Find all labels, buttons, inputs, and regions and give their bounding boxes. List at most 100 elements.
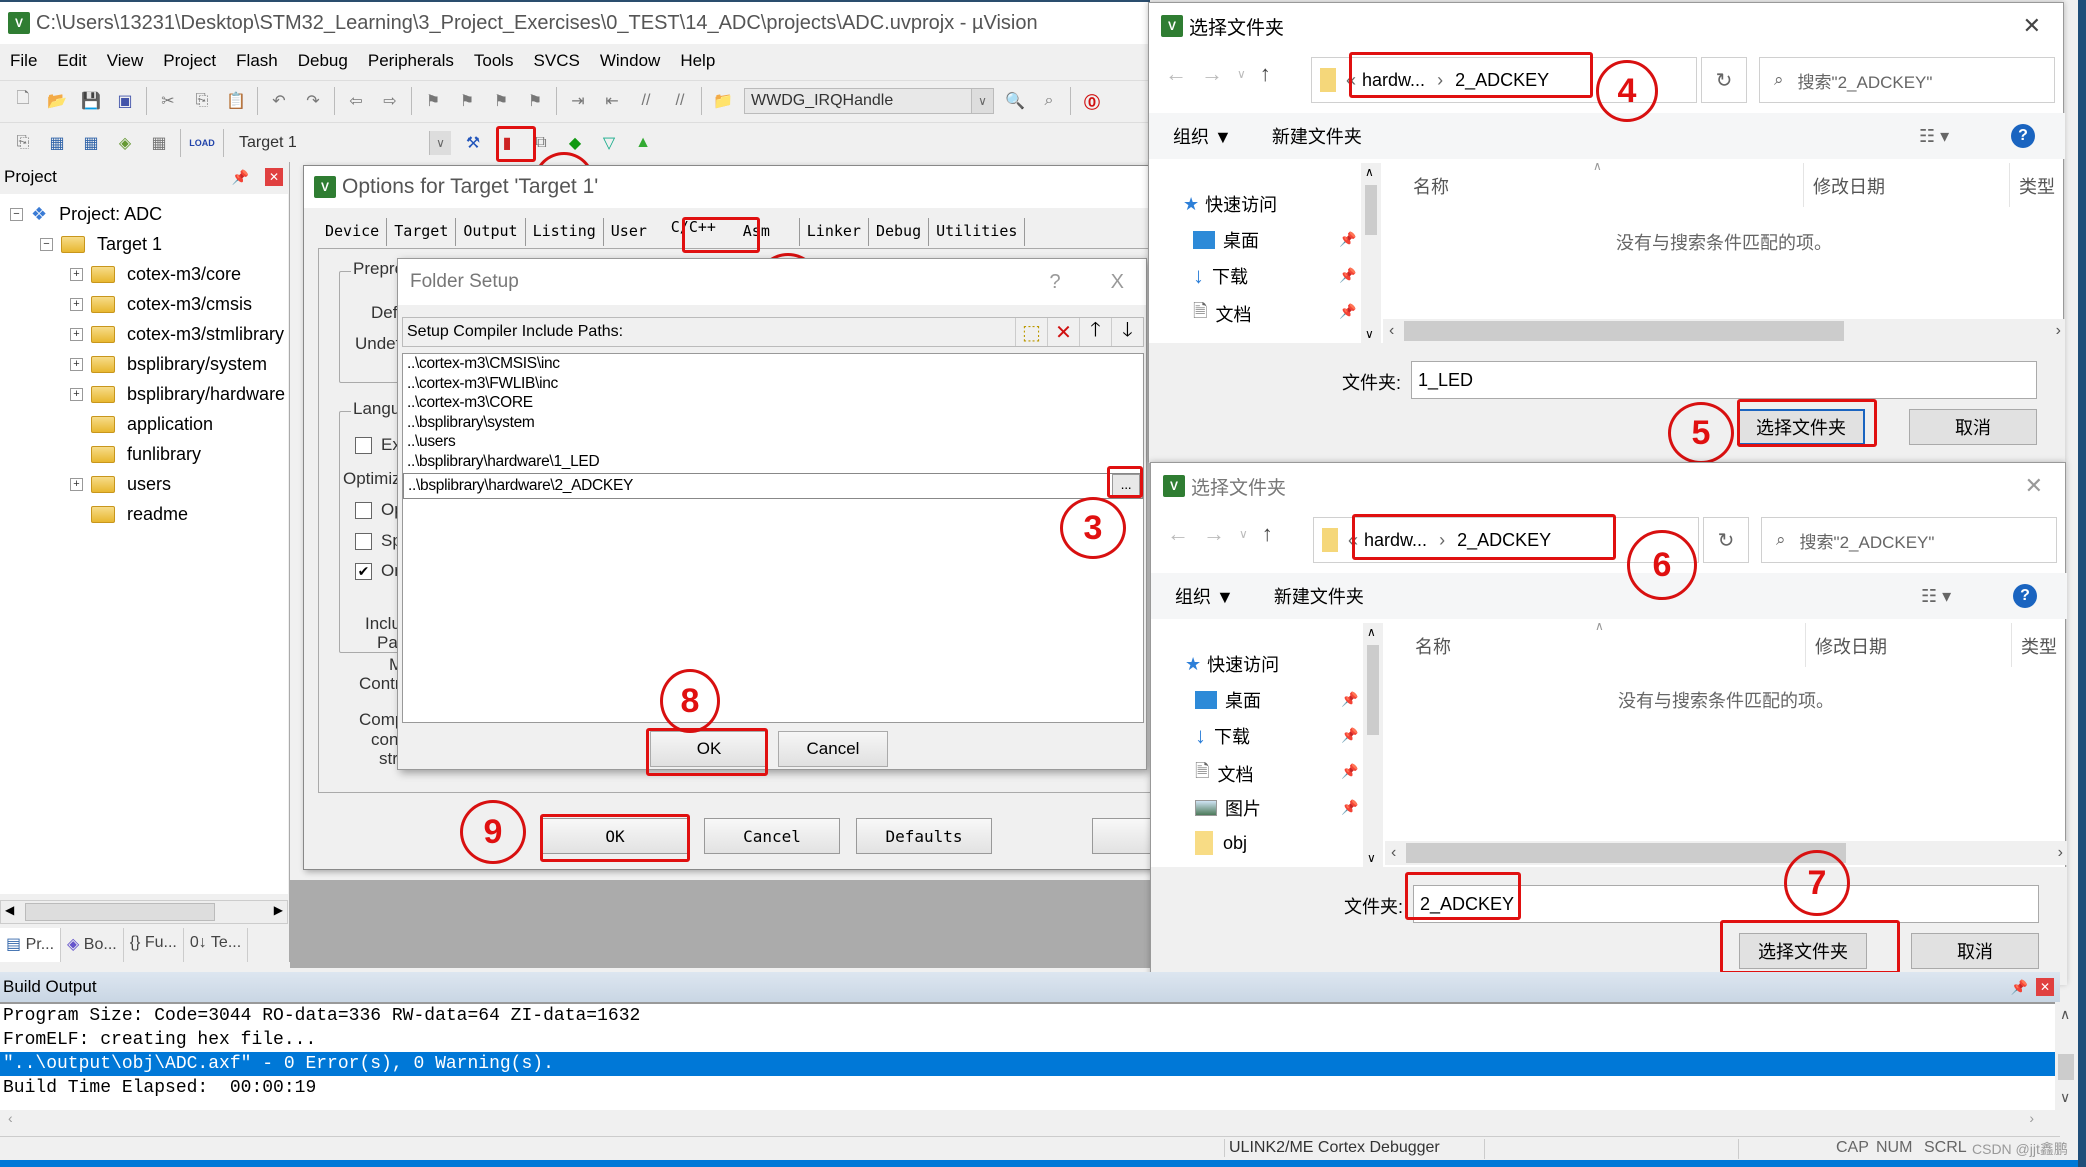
cancel-button[interactable]: 取消 bbox=[1911, 933, 2039, 969]
find-in-files-icon[interactable]: 📁 bbox=[710, 88, 736, 114]
help-icon[interactable]: ? bbox=[2011, 124, 2035, 148]
file-list-scrollbar[interactable]: ‹ › bbox=[1383, 319, 2065, 343]
prev-bookmark-icon[interactable]: ⚑ bbox=[454, 88, 480, 114]
nav-desktop[interactable]: 桌面 bbox=[1195, 687, 1261, 713]
expand-icon[interactable]: + bbox=[70, 297, 83, 311]
column-type[interactable]: 类型 bbox=[2021, 633, 2057, 659]
nav-forward-icon[interactable]: ⇨ bbox=[377, 88, 403, 114]
recent-icon[interactable]: ∨ bbox=[1239, 527, 1248, 541]
tree-group[interactable]: readme bbox=[91, 500, 188, 528]
batch-build-icon[interactable]: ◈ bbox=[112, 130, 138, 156]
comment-icon[interactable]: // bbox=[633, 88, 659, 114]
new-path-icon[interactable]: ⬚ bbox=[1015, 318, 1047, 346]
select-folder-button[interactable]: 选择文件夹 bbox=[1737, 409, 1865, 445]
ex-checkbox[interactable] bbox=[355, 437, 372, 454]
find-icon[interactable]: 🔍 bbox=[1002, 88, 1028, 114]
menu-help[interactable]: Help bbox=[670, 51, 725, 71]
pin-icon[interactable]: 📌 bbox=[1341, 763, 1358, 780]
scroll-right-icon[interactable]: › bbox=[2058, 844, 2063, 862]
search-box[interactable]: ⌕ 搜索"2_ADCKEY" bbox=[1759, 57, 2055, 103]
column-name[interactable]: 名称 bbox=[1413, 173, 1449, 199]
overflow-icon[interactable]: « bbox=[1346, 70, 1356, 91]
nav-downloads[interactable]: ↓ 下载 bbox=[1195, 723, 1250, 749]
uncomment-icon[interactable]: // bbox=[667, 88, 693, 114]
build-output-text[interactable]: Program Size: Code=3044 RO-data=336 RW-d… bbox=[0, 1002, 2055, 1110]
nav-documents[interactable]: 🗎 文档 bbox=[1195, 759, 1253, 789]
scroll-left-icon[interactable]: ‹ bbox=[8, 1110, 13, 1126]
tree-target[interactable]: − Target 1 bbox=[40, 230, 162, 258]
tab-asm[interactable]: Asm bbox=[736, 218, 800, 246]
address-bar[interactable]: « hardw... › 2_ADCKEY bbox=[1313, 517, 1699, 563]
nav-documents[interactable]: 🗎 文档 bbox=[1193, 299, 1251, 329]
tree-group[interactable]: + bsplibrary/system bbox=[70, 350, 267, 378]
tab-cpp[interactable]: C/C++ bbox=[663, 214, 736, 242]
pin-icon[interactable]: 📌 bbox=[1339, 303, 1356, 320]
translate-icon[interactable]: ⎘ bbox=[10, 130, 36, 156]
paste-icon[interactable]: 📋 bbox=[223, 88, 249, 114]
new-file-icon[interactable]: 🗋 bbox=[10, 88, 36, 114]
breadcrumb-2-adckey[interactable]: 2_ADCKEY bbox=[1455, 70, 1549, 91]
breadcrumb-hardware[interactable]: hardw... bbox=[1362, 70, 1425, 91]
view-options-icon[interactable]: ☷ ▾ bbox=[1919, 126, 1949, 147]
scrollbar-thumb[interactable] bbox=[1406, 843, 1847, 863]
scroll-down-icon[interactable]: ∨ bbox=[1365, 327, 1374, 341]
cut-icon[interactable]: ✂ bbox=[155, 88, 181, 114]
help-button[interactable]: ? bbox=[1050, 271, 1061, 294]
search-box[interactable]: ⌕ 搜索"2_ADCKEY" bbox=[1761, 517, 2057, 563]
menu-svcs[interactable]: SVCS bbox=[524, 51, 590, 71]
indent-icon[interactable]: ⇥ bbox=[565, 88, 591, 114]
scroll-left-icon[interactable]: ◀ bbox=[5, 903, 14, 917]
path-item[interactable]: ..\bsplibrary\hardware\1_LED bbox=[403, 452, 1143, 472]
path-item[interactable]: ..\users bbox=[403, 432, 1143, 452]
breadcrumb-2-adckey[interactable]: 2_ADCKEY bbox=[1457, 530, 1551, 551]
refresh-icon[interactable]: ↻ bbox=[1701, 57, 1747, 103]
output-horizontal-scrollbar[interactable]: ‹ › bbox=[0, 1110, 2060, 1132]
menu-edit[interactable]: Edit bbox=[47, 51, 96, 71]
save-all-icon[interactable]: ▣ bbox=[112, 88, 138, 114]
scroll-up-icon[interactable]: ∧ bbox=[2060, 1006, 2070, 1023]
function-combo[interactable]: WWDG_IRQHandle ∨ bbox=[744, 87, 994, 114]
pin-icon[interactable]: 📌 bbox=[232, 169, 249, 186]
tab-output[interactable]: Output bbox=[456, 218, 526, 246]
help-icon[interactable]: ? bbox=[2013, 584, 2037, 608]
nav-pictures[interactable]: 图片 bbox=[1195, 795, 1261, 821]
forward-icon[interactable]: → bbox=[1201, 61, 1223, 87]
collapse-icon[interactable]: − bbox=[10, 207, 23, 221]
path-item[interactable]: ..\cortex-m3\CMSIS\inc bbox=[403, 354, 1143, 374]
pin-icon[interactable]: 📌 bbox=[1339, 231, 1356, 248]
scroll-right-icon[interactable]: › bbox=[2029, 1110, 2034, 1126]
nav-quick-access[interactable]: ★ 快速访问 bbox=[1183, 191, 1277, 217]
clear-bookmarks-icon[interactable]: ⚑ bbox=[522, 88, 548, 114]
folder-name-input[interactable]: 2_ADCKEY bbox=[1413, 885, 2039, 923]
incremental-find-icon[interactable]: ⌕ bbox=[1036, 88, 1062, 114]
nav-back-icon[interactable]: ⇦ bbox=[343, 88, 369, 114]
op-checkbox[interactable] bbox=[355, 502, 372, 519]
next-bookmark-icon[interactable]: ⚑ bbox=[488, 88, 514, 114]
folder-ok-button[interactable]: OK bbox=[650, 731, 768, 767]
move-down-icon[interactable]: 🡓 bbox=[1111, 318, 1143, 346]
folder-cancel-button[interactable]: Cancel bbox=[778, 731, 888, 767]
browse-button[interactable]: ... bbox=[1112, 474, 1140, 498]
column-name[interactable]: 名称 bbox=[1415, 633, 1451, 659]
copy-icon[interactable]: ⎘ bbox=[189, 88, 215, 114]
scrollbar-thumb[interactable] bbox=[25, 903, 215, 921]
options-defaults-button[interactable]: Defaults bbox=[856, 818, 992, 854]
expand-icon[interactable]: + bbox=[70, 327, 83, 341]
overflow-icon[interactable]: « bbox=[1348, 530, 1358, 551]
path-item[interactable]: ..\cortex-m3\CORE bbox=[403, 393, 1143, 413]
pin-icon[interactable]: 📌 bbox=[2011, 979, 2028, 996]
horizontal-scrollbar[interactable]: ◀ ▶ bbox=[0, 900, 288, 924]
manage-runtime-icon[interactable]: ◆ bbox=[562, 130, 588, 156]
collapse-icon[interactable]: − bbox=[40, 237, 53, 251]
select-packs-icon[interactable]: ⧉ bbox=[528, 130, 554, 156]
tab-books[interactable]: ◈ Bo... bbox=[61, 928, 124, 962]
refresh-icon[interactable]: ↻ bbox=[1703, 517, 1749, 563]
target-combo[interactable]: Target 1 ∨ bbox=[232, 129, 452, 156]
tab-linker[interactable]: Linker bbox=[800, 218, 869, 246]
delete-path-icon[interactable]: ✕ bbox=[1047, 318, 1079, 346]
path-edit-field[interactable]: ..\bsplibrary\hardware\2_ADCKEY ... bbox=[403, 473, 1143, 499]
up-icon[interactable]: ↑ bbox=[1260, 61, 1271, 87]
manage-project-icon[interactable]: ▮ bbox=[494, 130, 520, 156]
address-bar[interactable]: « hardw... › 2_ADCKEY bbox=[1311, 57, 1697, 103]
scroll-down-icon[interactable]: ∨ bbox=[2060, 1089, 2070, 1106]
